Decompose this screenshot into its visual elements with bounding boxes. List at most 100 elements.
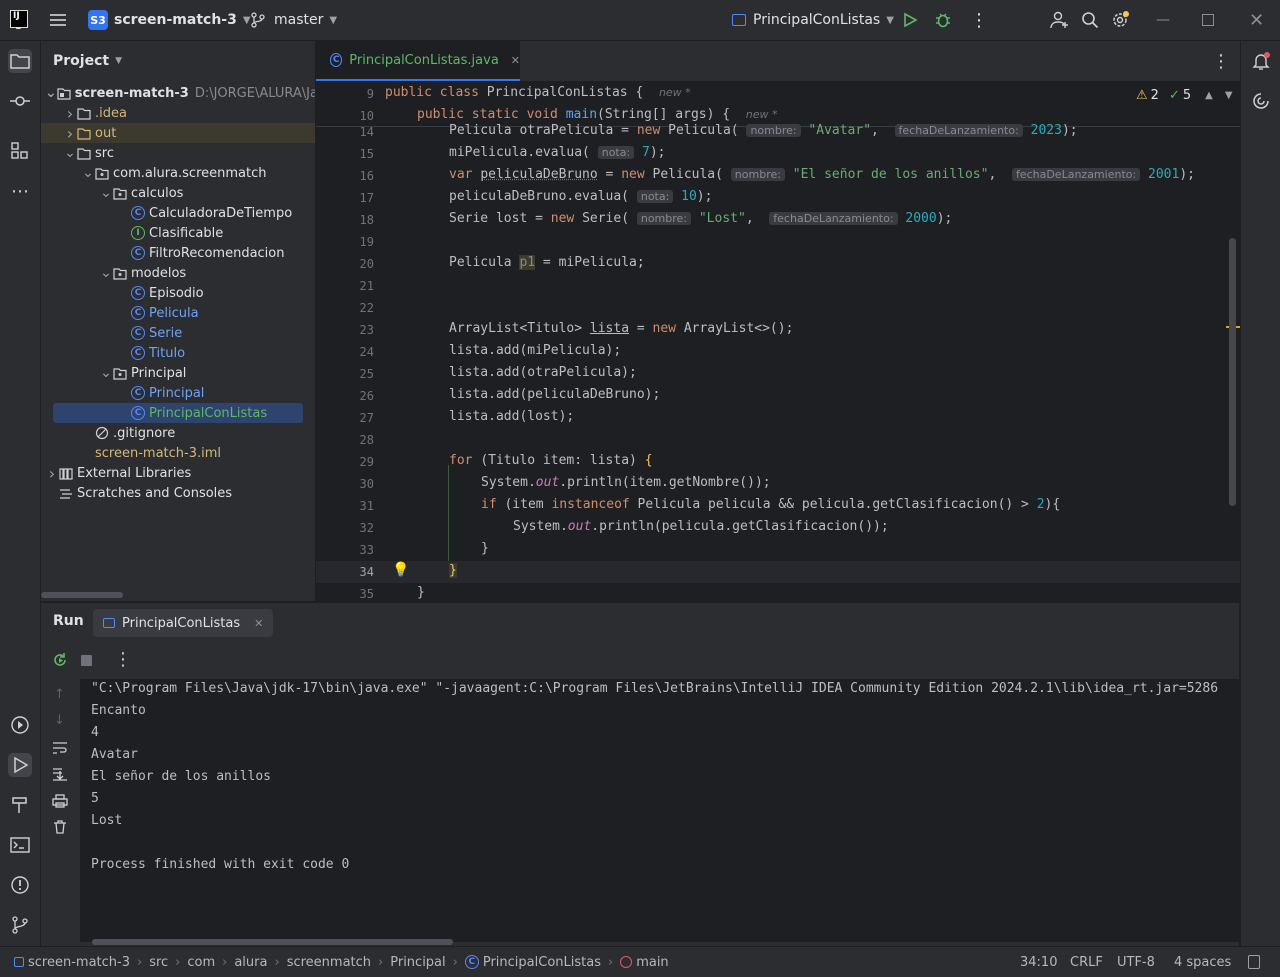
tree-item[interactable]: ⌄ modelos xyxy=(41,263,315,283)
vcs-branch-widget[interactable]: master ▼ xyxy=(250,0,337,40)
file-encoding[interactable]: UTF-8 xyxy=(1117,955,1155,970)
project-view-selector[interactable]: Project ▼ xyxy=(53,51,122,71)
breadcrumb-item[interactable]: screen-match-3 xyxy=(14,955,130,970)
tree-item[interactable]: C FiltroRecomendacion xyxy=(41,243,315,263)
tree-item[interactable]: › .idea xyxy=(41,103,315,123)
project-tool-button[interactable] xyxy=(8,49,32,73)
line-number[interactable]: 26 xyxy=(316,389,374,403)
line-number[interactable]: 10 xyxy=(316,109,374,123)
settings-button[interactable] xyxy=(1110,0,1130,40)
services-tool-button[interactable] xyxy=(8,713,32,737)
build-tool-button[interactable] xyxy=(8,793,32,817)
chevron-right-icon[interactable]: › xyxy=(63,124,77,143)
notifications-button[interactable] xyxy=(1249,49,1273,73)
tree-item[interactable]: C Titulo xyxy=(41,343,315,363)
line-number[interactable]: 32 xyxy=(316,521,374,535)
more-tool-windows-button[interactable]: ⋯ xyxy=(8,179,32,203)
line-number[interactable]: 14 xyxy=(316,125,374,139)
run-button[interactable] xyxy=(901,0,919,40)
main-menu-button[interactable] xyxy=(48,0,68,40)
chevron-down-icon[interactable]: ⌄ xyxy=(99,266,113,280)
close-tab-icon[interactable]: ✕ xyxy=(254,617,263,630)
tree-item[interactable]: C Episodio xyxy=(41,283,315,303)
tree-item[interactable]: .gitignore xyxy=(41,423,315,443)
stop-icon[interactable] xyxy=(81,655,92,666)
line-number[interactable]: 21 xyxy=(316,279,374,293)
intellij-logo-icon[interactable]: IJ _ xyxy=(10,10,28,30)
line-number[interactable]: 31 xyxy=(316,499,374,513)
line-number[interactable]: 19 xyxy=(316,235,374,249)
breadcrumb-item[interactable]: com xyxy=(187,955,215,970)
tree-item[interactable]: C Serie xyxy=(41,323,315,343)
tree-item[interactable]: ⌄ calculos xyxy=(41,183,315,203)
tree-item[interactable]: ⌄ Principal xyxy=(41,363,315,383)
chevron-right-icon[interactable]: › xyxy=(45,464,59,483)
line-number[interactable]: 29 xyxy=(316,455,374,469)
chevron-down-icon[interactable]: ⌄ xyxy=(81,166,95,180)
editor-tab-options-button[interactable]: ⋮ xyxy=(1212,51,1230,72)
ai-assistant-button[interactable] xyxy=(1249,89,1273,113)
lightbulb-icon[interactable]: 💡 xyxy=(392,562,409,578)
line-number[interactable]: 30 xyxy=(316,477,374,491)
run-configuration-selector[interactable]: PrincipalConListas ▼ xyxy=(732,0,894,40)
scroll-to-end-button[interactable] xyxy=(52,767,68,785)
minimize-button[interactable]: — xyxy=(1156,0,1170,40)
line-number[interactable]: 16 xyxy=(316,169,374,183)
problems-tool-button[interactable] xyxy=(8,873,32,897)
chevron-down-icon[interactable]: ⌄ xyxy=(99,186,113,200)
indent-setting[interactable]: 4 spaces xyxy=(1174,955,1231,970)
editor-vertical-scrollbar[interactable] xyxy=(1229,238,1236,506)
chevron-down-icon[interactable]: ⌄ xyxy=(99,366,113,380)
close-window-button[interactable]: ✕ xyxy=(1249,0,1264,40)
debug-button[interactable] xyxy=(934,0,952,40)
git-tool-button[interactable] xyxy=(8,913,32,937)
run-tool-button[interactable] xyxy=(8,753,32,777)
search-everywhere-button[interactable] xyxy=(1081,0,1099,40)
inspection-widget[interactable]: ⚠ 2 ✓ 5 ▲ ▼ xyxy=(1136,86,1233,104)
tree-item[interactable]: C Pelicula xyxy=(41,303,315,323)
structure-tool-button[interactable] xyxy=(8,139,32,163)
line-number[interactable]: 15 xyxy=(316,147,374,161)
line-number[interactable]: 17 xyxy=(316,191,374,205)
chevron-up-icon[interactable]: ▲ xyxy=(1205,90,1213,101)
breadcrumb-item[interactable]: src xyxy=(149,955,168,970)
line-number[interactable]: 34 xyxy=(316,565,374,579)
line-number[interactable]: 27 xyxy=(316,411,374,425)
tree-item[interactable]: screen-match-3.iml xyxy=(41,443,315,463)
line-number[interactable]: 23 xyxy=(316,323,374,337)
tree-item[interactable]: I Clasificable xyxy=(41,223,315,243)
terminal-tool-button[interactable] xyxy=(8,833,32,857)
chevron-down-icon[interactable]: ▼ xyxy=(1225,90,1233,101)
breadcrumb-item[interactable]: alura xyxy=(234,955,267,970)
line-number[interactable]: 28 xyxy=(316,433,374,447)
breadcrumb-item[interactable]: main xyxy=(620,955,669,970)
commit-tool-button[interactable] xyxy=(8,89,32,113)
line-number[interactable]: 22 xyxy=(316,301,374,315)
console-horizontal-scrollbar[interactable] xyxy=(92,939,453,945)
tab-principalconlistas[interactable]: C PrincipalConListas.java ✕ xyxy=(316,41,520,81)
line-number[interactable]: 33 xyxy=(316,543,374,557)
arrow-up-icon[interactable]: ↑ xyxy=(54,687,65,702)
run-tab-principalconlistas[interactable]: PrincipalConListas ✕ xyxy=(93,609,274,637)
rerun-button[interactable] xyxy=(51,651,69,673)
arrow-down-icon[interactable]: ↓ xyxy=(54,713,65,728)
breadcrumb-item[interactable]: Principal xyxy=(390,955,445,970)
tree-item[interactable]: › out xyxy=(41,123,315,143)
soft-wrap-button[interactable] xyxy=(52,741,68,759)
tree-item[interactable]: ⌄ com.alura.screenmatch xyxy=(41,163,315,183)
tree-item[interactable]: C CalculadoraDeTiempo xyxy=(41,203,315,223)
run-more-button[interactable]: ⋮ xyxy=(114,649,132,670)
code-editor[interactable]: ⚠ 2 ✓ 5 ▲ ▼ 9 10 14 15 16 17 18 19 20 21 22 23 24 25 2… xyxy=(316,82,1240,601)
print-button[interactable] xyxy=(52,793,68,813)
chevron-down-icon[interactable]: ⌄ xyxy=(45,86,57,100)
line-number[interactable]: 25 xyxy=(316,367,374,381)
close-tab-icon[interactable]: ✕ xyxy=(511,54,520,67)
chevron-right-icon[interactable]: › xyxy=(63,104,77,123)
chevron-down-icon[interactable]: ⌄ xyxy=(63,146,77,160)
tree-item[interactable]: ⌄ src xyxy=(41,143,315,163)
tree-item[interactable]: C Principal xyxy=(41,383,315,403)
tree-item[interactable]: ⌄ screen-match-3 D:\JORGE\ALURA\Ja xyxy=(41,83,315,103)
project-switcher[interactable]: S3 screen-match-3 ▼ xyxy=(88,0,251,40)
maximize-button[interactable] xyxy=(1202,0,1214,40)
tree-item[interactable]: › External Libraries xyxy=(41,463,315,483)
